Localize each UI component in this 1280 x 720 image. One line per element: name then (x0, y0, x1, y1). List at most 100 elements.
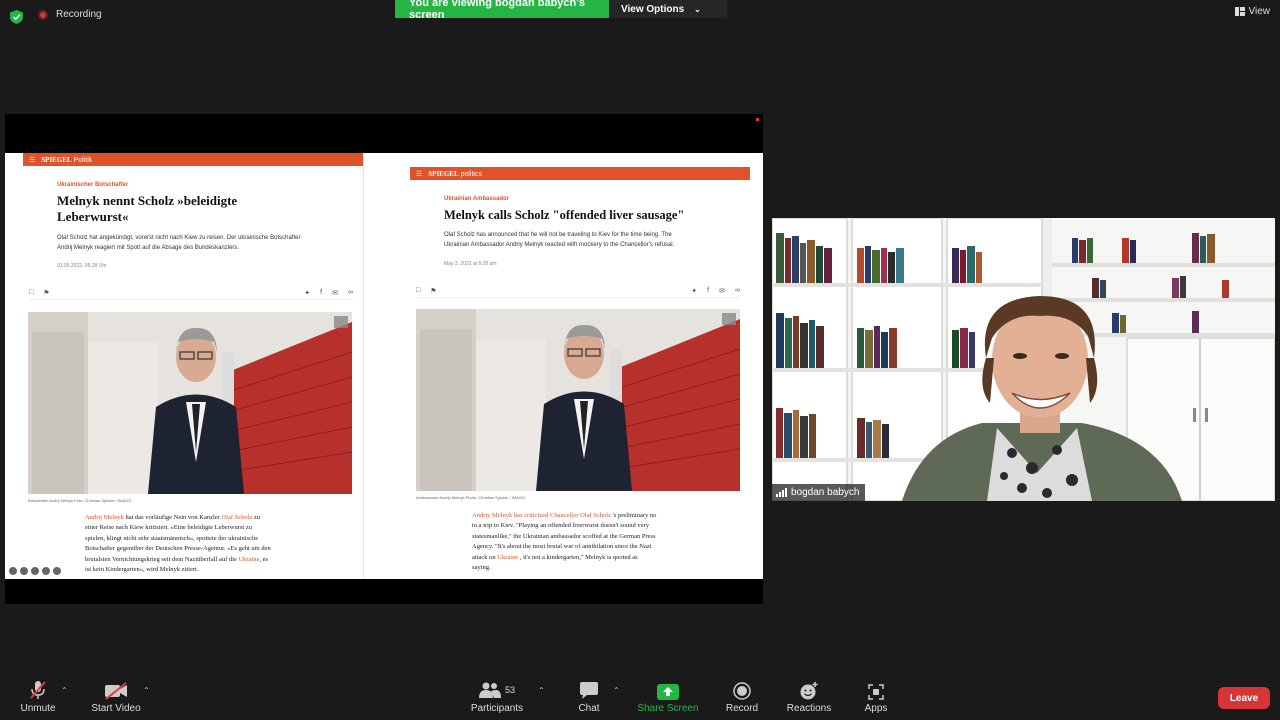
video-feed (772, 218, 1275, 501)
article-date: 03.05.2022, 06.28 Uhr (57, 263, 107, 269)
recording-indicator[interactable]: Recording (38, 9, 102, 20)
link-melnyk[interactable]: Andriy Melnyk has criticized Chancellor (472, 512, 580, 519)
chat-options-chevron[interactable]: ⌃ (613, 686, 620, 695)
article-teaser: Olaf Scholz hat angekündigt, vorerst nic… (57, 234, 357, 253)
more-icon[interactable] (42, 567, 50, 575)
chat-label: Chat (578, 703, 600, 714)
screen-share-banner: You are viewing bogdan babych's screen V… (395, 0, 727, 21)
article-german: ☰ SPIEGEL Politik Ukrainischer Botschaft… (5, 153, 363, 579)
link-ukraine[interactable]: Ukraine (238, 556, 259, 563)
body-line: brutalsten Vernichtungskrieg seit dem Na… (85, 555, 315, 565)
participants-icon (478, 682, 501, 698)
record-icon (733, 682, 751, 700)
pen-icon[interactable] (20, 567, 28, 575)
article-toolbar: □ ⚑ ✦ f ✉ ∞ (416, 285, 740, 298)
body-text: zu (252, 514, 261, 521)
body-line: saying. (472, 563, 491, 571)
link-melnyk[interactable]: Andrij Melnyk (85, 514, 124, 521)
body-line: statesmanlike," the Ukrainian ambassador… (472, 532, 656, 540)
email-icon[interactable]: ✉ (332, 289, 338, 297)
participant-count: 53 (504, 685, 515, 695)
menu-icon[interactable]: ☰ (416, 170, 422, 178)
recording-label: Recording (56, 9, 102, 20)
video-camera-off-icon (105, 682, 127, 700)
body-text: , it's not a kindergarten," Melnyk is qu… (518, 553, 638, 561)
reactions-smiley-icon (800, 682, 818, 700)
comment-icon[interactable]: □ (29, 289, 33, 297)
link-scholz[interactable]: Olaf Scholz (221, 514, 252, 521)
body-text: attack on (472, 553, 498, 561)
bookmark-icon[interactable]: ⚑ (430, 287, 436, 295)
annotation-tools (9, 567, 61, 575)
article-headline: Melnyk nennt Scholz »beleidigte Leberwur… (57, 193, 337, 226)
start-video-label: Start Video (91, 703, 141, 714)
twitter-icon[interactable]: ✦ (691, 287, 697, 295)
link-icon[interactable]: ∞ (735, 287, 740, 295)
photo-caption: Ambassador Andriy Melnyk Photo: Christia… (416, 495, 526, 500)
link-icon[interactable]: ∞ (348, 289, 353, 297)
menu-icon[interactable]: ☰ (29, 156, 35, 164)
participant-name-tag: bogdan babych (772, 484, 866, 501)
body-line: Agency. "It's about the most brutal war … (472, 543, 652, 551)
forward-icon[interactable] (53, 567, 61, 575)
spiegel-logo: SPIEGEL (41, 155, 72, 164)
body-line: ist kein Kindergarten«, wird Melnyk ziti… (85, 565, 199, 573)
back-icon[interactable] (9, 567, 17, 575)
article-teaser: Olaf Scholz has announced that he will n… (444, 231, 754, 250)
body-text: hat das vorläufige Nein von Kanzler (123, 514, 222, 521)
spiegel-header: ☰ SPIEGEL Politik (23, 153, 363, 166)
article-photo (416, 309, 740, 491)
link-scholz[interactable]: Olaf Scholz (580, 512, 611, 519)
facebook-icon[interactable]: f (707, 287, 709, 295)
comment-icon[interactable]: □ (416, 287, 420, 295)
apps-label: Apps (864, 703, 888, 714)
share-screen-button[interactable]: Share Screen (628, 680, 708, 714)
participant-name: bogdan babych (791, 487, 860, 498)
caption-icon[interactable] (31, 567, 39, 575)
browser-page: ☰ SPIEGEL Politik Ukrainischer Botschaft… (5, 153, 763, 579)
view-options-button[interactable]: View Options ⌄ (609, 0, 727, 18)
article-english: ☰ SPIEGEL politics Ukrainian Ambassador … (363, 153, 763, 579)
bookmark-icon[interactable]: ⚑ (43, 289, 49, 297)
recording-icon (38, 9, 48, 20)
email-icon[interactable]: ✉ (719, 287, 725, 295)
article-headline: Melnyk calls Scholz "offended liver saus… (444, 208, 685, 222)
apps-icon (868, 684, 884, 700)
section-label: politics (460, 170, 482, 178)
teaser-line: Ukrainian Ambassador Andriy Melnyk react… (444, 241, 675, 248)
view-layout-icon (1234, 7, 1245, 16)
article-body: Andriy Melnyk has criticized Chancellor … (472, 511, 712, 573)
article-photo (28, 312, 352, 494)
share-screen-label: Share Screen (637, 703, 699, 714)
audio-options-chevron[interactable]: ⌃ (61, 686, 68, 695)
view-button[interactable]: View (1234, 6, 1271, 17)
teaser-line: Olaf Scholz hat angekündigt, vorerst nic… (57, 235, 301, 241)
view-label: View (1248, 6, 1271, 17)
leave-button[interactable]: Leave (1218, 687, 1270, 709)
facebook-icon[interactable]: f (320, 289, 322, 297)
microphone-muted-icon (30, 681, 46, 699)
participants-label: Participants (470, 703, 524, 714)
shared-screen[interactable]: ☰ SPIEGEL Politik Ukrainischer Botschaft… (5, 114, 763, 604)
link-ukraine[interactable]: Ukraine (497, 554, 518, 561)
article-kicker: Ukrainian Ambassador (444, 196, 510, 202)
body-line: Andrij Melnyk hat das vorläufige Nein vo… (85, 513, 315, 523)
body-line: spielen, klingt nicht sehr staatsmännisc… (85, 534, 259, 542)
body-line: to a trip to Kiev. "Playing an offended … (472, 522, 649, 530)
participants-button[interactable]: 53 Participants (457, 680, 537, 714)
twitter-icon[interactable]: ✦ (304, 289, 310, 297)
security-shield-icon[interactable] (10, 10, 23, 24)
video-options-chevron[interactable]: ⌃ (143, 686, 150, 695)
viewing-screen-label: You are viewing bogdan babych's screen (395, 0, 609, 21)
share-screen-icon (657, 684, 679, 700)
chat-icon (580, 682, 598, 699)
unmute-label: Unmute (20, 703, 56, 714)
apps-button[interactable]: Apps (836, 680, 916, 714)
article-date: May 3, 2022 at 6:28 am (444, 261, 497, 267)
spiegel-header: ☰ SPIEGEL politics (410, 167, 750, 180)
participant-video[interactable]: bogdan babych (772, 218, 1275, 501)
body-text: brutalsten Vernichtungskrieg seit dem Na… (85, 555, 239, 563)
participants-options-chevron[interactable]: ⌃ (538, 686, 545, 695)
body-line: einer Reise nach Kiew kritisiert. »Eine … (85, 524, 252, 532)
spiegel-logo: SPIEGEL (428, 169, 459, 178)
